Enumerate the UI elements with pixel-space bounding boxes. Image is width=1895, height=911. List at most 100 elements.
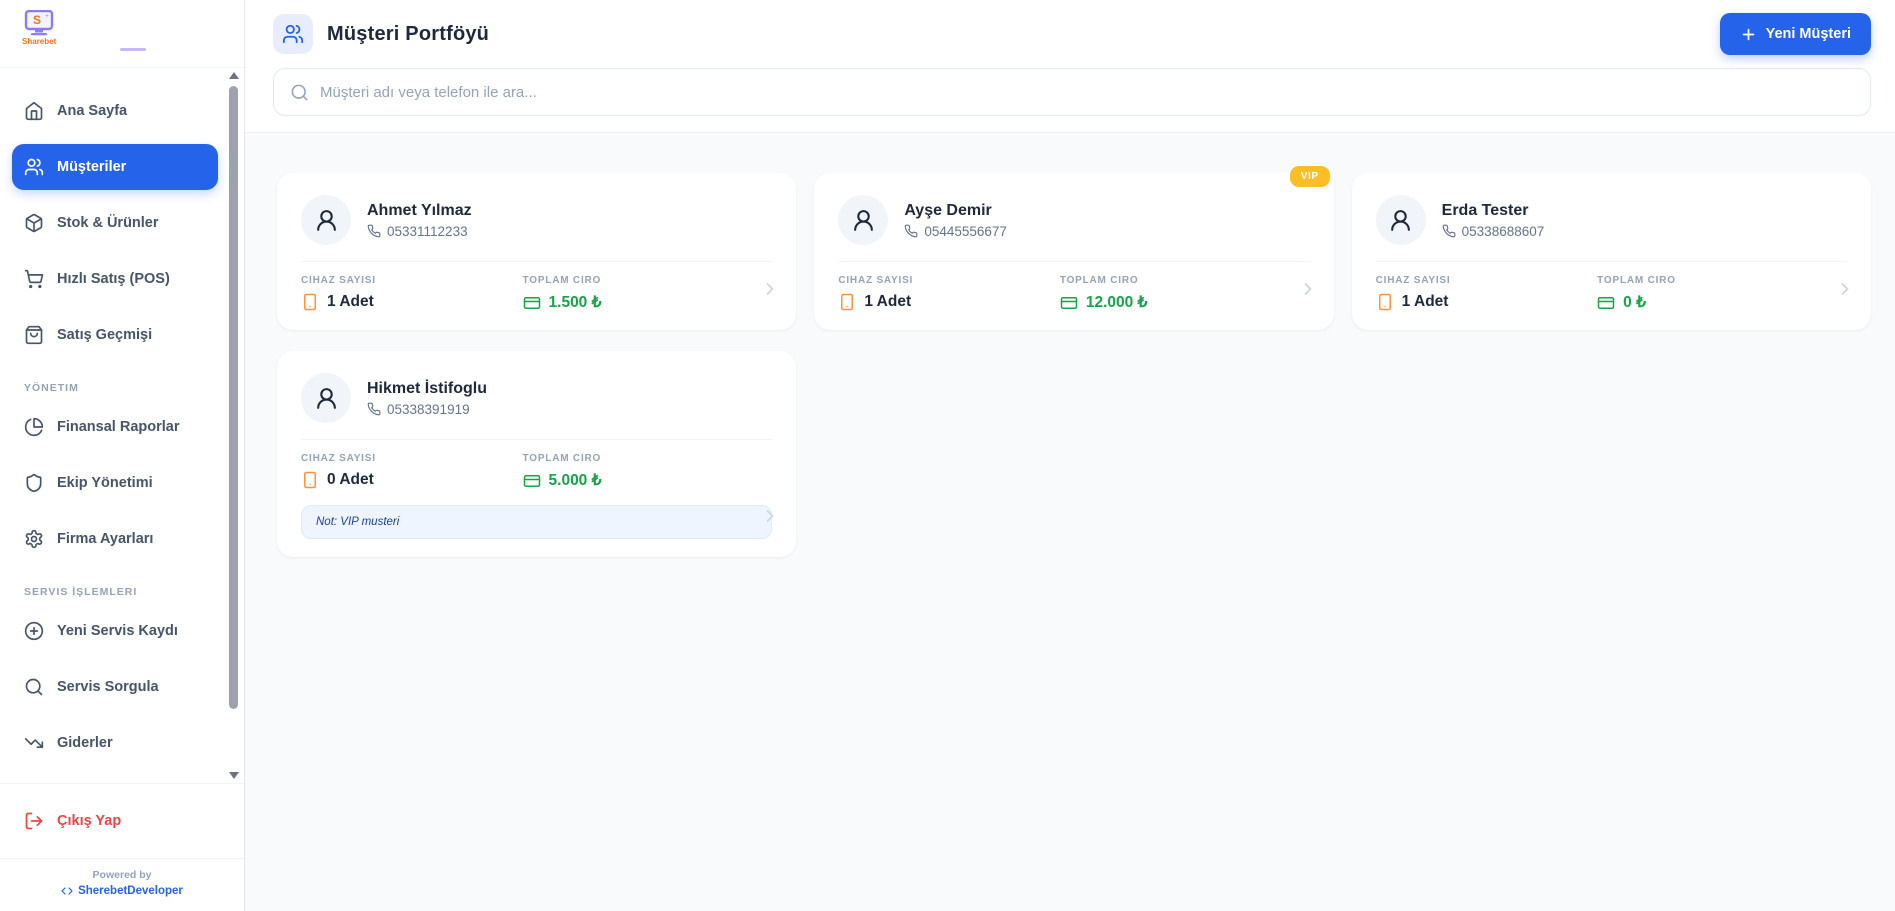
device-count-label: CIHAZ SAYISI (838, 275, 1060, 286)
customer-name: Hikmet İstifoglu (367, 380, 487, 398)
gear-icon (24, 529, 44, 549)
sidebar-item-ana-sayfa[interactable]: Ana Sayfa (12, 88, 218, 134)
customer-phone-number: 05338688607 (1462, 224, 1545, 239)
sidebar-item-label: Firma Ayarları (57, 531, 153, 547)
device-count-value: 1 Adet (327, 293, 374, 311)
divider (301, 261, 772, 262)
total-ciro-value: 12.000 ₺ (1086, 293, 1148, 312)
avatar (301, 373, 351, 423)
sidebar-item-label: Ana Sayfa (57, 103, 127, 119)
smartphone-icon (301, 471, 319, 489)
scroll-up-arrow-icon[interactable] (229, 72, 239, 79)
sidebar-item-finansal-raporlar[interactable]: Finansal Raporlar (12, 404, 218, 450)
sidebar-item-yeni-servis-kaydi[interactable]: Yeni Servis Kaydı (12, 608, 218, 654)
customer-phone: 05331112233 (367, 224, 472, 239)
customer-card-header: Ahmet Yılmaz 05331112233 (301, 195, 772, 245)
pie-chart-icon (24, 417, 44, 437)
user-icon (851, 208, 876, 233)
customer-card[interactable]: Hikmet İstifoglu 05338391919 CIHAZ SAYIS… (277, 351, 796, 557)
customer-stats: CIHAZ SAYISI 1 Adet TOPLAM CIRO 12.000 ₺ (838, 275, 1309, 312)
chevron-right-icon (1835, 279, 1855, 304)
users-icon (24, 157, 44, 177)
developer-link[interactable]: SherebetDeveloper (0, 885, 244, 897)
customer-name: Ahmet Yılmaz (367, 202, 472, 220)
shopping-bag-icon (24, 325, 44, 345)
customers-header-icon (273, 14, 313, 54)
smartphone-icon (301, 293, 319, 311)
divider (838, 261, 1309, 262)
trending-down-icon (24, 733, 44, 753)
chevron-right-icon (760, 279, 780, 304)
shield-icon (24, 473, 44, 493)
credit-card-icon (1060, 294, 1078, 312)
credit-card-icon (523, 472, 541, 490)
customer-phone: 05338391919 (367, 402, 487, 417)
sidebar-item-satis-gecmisi[interactable]: Satış Geçmişi (12, 312, 218, 358)
code-icon (61, 885, 73, 897)
brand-name: Sharebet (22, 37, 56, 46)
customer-stats: CIHAZ SAYISI 0 Adet TOPLAM CIRO 5.000 ₺ (301, 453, 772, 490)
customer-card[interactable]: Erda Tester 05338688607 CIHAZ SAYISI (1352, 173, 1871, 330)
device-count-label: CIHAZ SAYISI (1376, 275, 1598, 286)
plus-icon (1740, 26, 1757, 43)
customer-card-header: Erda Tester 05338688607 (1376, 195, 1847, 245)
sidebar-item-ekip-yonetimi[interactable]: Ekip Yönetimi (12, 460, 218, 506)
content-area: Ahmet Yılmaz 05331112233 CIHAZ SAYISI (245, 133, 1895, 911)
chevron-right-icon (760, 506, 780, 531)
device-count-value: 1 Adet (864, 293, 911, 311)
phone-icon (904, 224, 918, 238)
sidebar-nav: Ana Sayfa Müşteriler Stok & Ürünler Hızl… (0, 68, 244, 783)
customer-card-header: Hikmet İstifoglu 05338391919 (301, 373, 772, 423)
sidebar-item-firma-ayarlari[interactable]: Firma Ayarları (12, 516, 218, 562)
customer-card[interactable]: Ahmet Yılmaz 05331112233 CIHAZ SAYISI (277, 173, 796, 330)
search-box[interactable] (273, 68, 1871, 116)
scrollbar-thumb[interactable] (229, 86, 238, 709)
search-input[interactable] (320, 84, 1854, 101)
logout-button[interactable]: Çıkış Yap (12, 798, 232, 844)
sidebar-section-servis: SERVIS İŞLEMLERI (12, 572, 218, 608)
total-ciro-label: TOPLAM CIRO (523, 453, 745, 464)
topbar: Müşteri Portföyü Yeni Müşteri (245, 0, 1895, 133)
customer-name: Erda Tester (1442, 202, 1545, 220)
user-icon (314, 208, 339, 233)
sidebar-item-servis-sorgula[interactable]: Servis Sorgula (12, 664, 218, 710)
customer-phone: 05338688607 (1442, 224, 1545, 239)
brand-tagline (120, 48, 146, 51)
credit-card-icon (1597, 294, 1615, 312)
svg-text:+: + (45, 14, 49, 20)
users-icon (282, 23, 304, 45)
sidebar-item-label: Müşteriler (57, 159, 126, 175)
sidebar-item-label: Satış Geçmişi (57, 327, 152, 343)
search-icon (290, 83, 309, 102)
total-ciro-label: TOPLAM CIRO (1060, 275, 1282, 286)
divider (301, 439, 772, 440)
customer-stats: CIHAZ SAYISI 1 Adet TOPLAM CIRO 1.500 ₺ (301, 275, 772, 312)
device-count-label: CIHAZ SAYISI (301, 453, 523, 464)
new-customer-button-label: Yeni Müşteri (1766, 26, 1851, 42)
sidebar-item-hizli-satis[interactable]: Hızlı Satış (POS) (12, 256, 218, 302)
sidebar-item-giderler[interactable]: Giderler (12, 720, 218, 766)
scroll-down-arrow-icon[interactable] (229, 772, 239, 779)
customer-card[interactable]: VIP Ayşe Demir 05445556677 (814, 173, 1333, 330)
chevron-right-icon (1298, 279, 1318, 304)
customer-stats: CIHAZ SAYISI 1 Adet TOPLAM CIRO 0 ₺ (1376, 275, 1847, 312)
credit-card-icon (523, 294, 541, 312)
sidebar: S + Sharebet Ana Sayfa Müşteriler Stok &… (0, 0, 245, 911)
logout-label: Çıkış Yap (57, 813, 121, 829)
total-ciro-value: 0 ₺ (1623, 293, 1646, 312)
package-icon (24, 213, 44, 233)
brand-logo[interactable]: S + Sharebet (0, 0, 244, 68)
sidebar-item-label: Servis Sorgula (57, 679, 159, 695)
logout-section: Çıkış Yap (0, 783, 244, 858)
customer-phone-number: 05331112233 (387, 224, 468, 239)
logout-icon (24, 811, 44, 831)
customer-name: Ayşe Demir (904, 202, 1007, 220)
sidebar-item-stok-urunler[interactable]: Stok & Ürünler (12, 200, 218, 246)
sidebar-item-musteriler[interactable]: Müşteriler (12, 144, 218, 190)
new-customer-button[interactable]: Yeni Müşteri (1720, 13, 1871, 55)
sidebar-scrollbar[interactable] (227, 70, 241, 781)
app-root: S + Sharebet Ana Sayfa Müşteriler Stok &… (0, 0, 1895, 911)
sidebar-item-label: Yeni Servis Kaydı (57, 623, 178, 639)
avatar (1376, 195, 1426, 245)
home-icon (24, 101, 44, 121)
